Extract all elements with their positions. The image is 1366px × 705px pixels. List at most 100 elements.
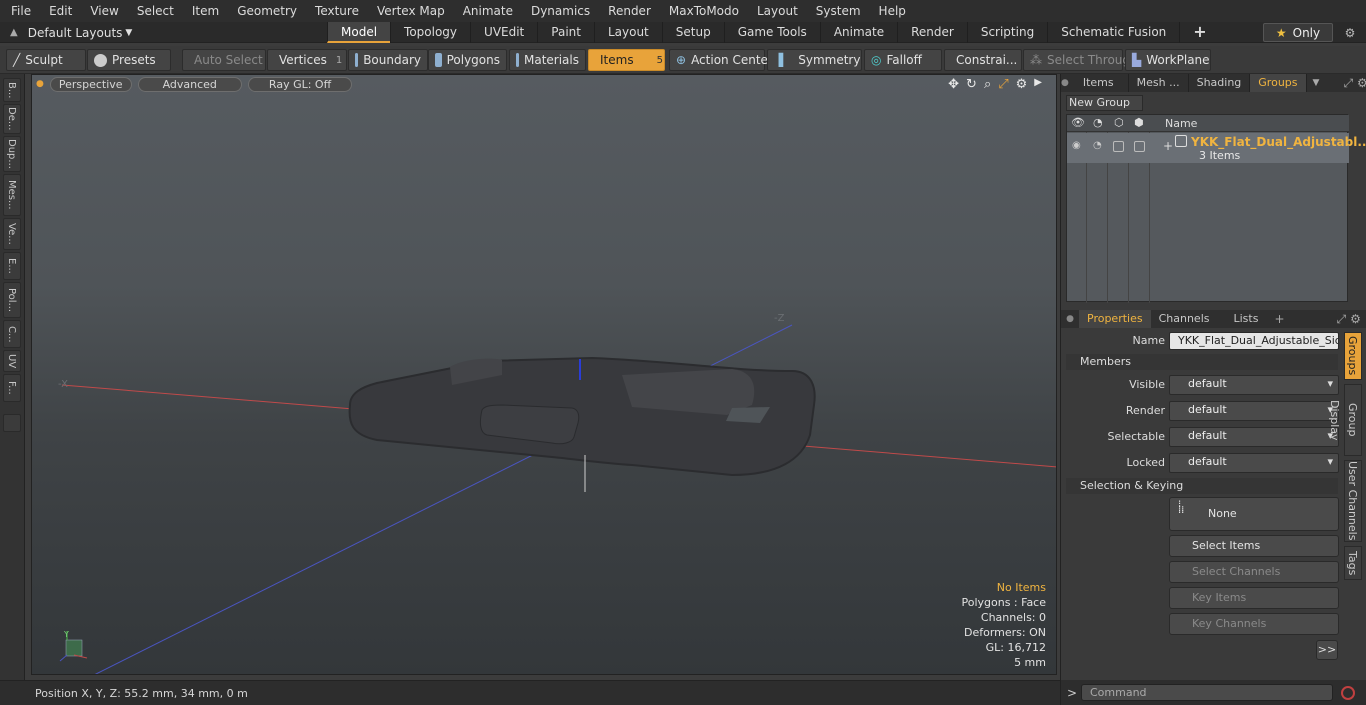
props-dot-icon[interactable]: ● — [1061, 314, 1079, 324]
workplane-button[interactable]: ▙ WorkPlane — [1125, 49, 1211, 71]
menu-item[interactable]: Item — [181, 0, 226, 22]
falloff-button[interactable]: ◎ Falloff — [864, 49, 942, 71]
select-channels-button[interactable]: Select Channels — [1169, 561, 1339, 583]
menu-geometry[interactable]: Geometry — [226, 0, 304, 22]
vtab-groups[interactable]: Groups — [1344, 332, 1362, 380]
action-center-button[interactable]: ⊕ Action Center — [669, 49, 773, 71]
menu-layout[interactable]: Layout — [746, 0, 805, 22]
3d-viewport[interactable]: ● Perspective Advanced Ray GL: Off ✥ ↻ ⌕… — [31, 74, 1057, 675]
tab-lists[interactable]: Lists — [1218, 310, 1275, 328]
menu-maxtomodo[interactable]: MaxToModo — [658, 0, 746, 22]
panel-dot-icon[interactable]: ● — [1061, 78, 1069, 88]
tab-paint[interactable]: Paint — [537, 22, 594, 43]
locked-dropdown[interactable]: default ▾ — [1169, 453, 1339, 473]
menu-select[interactable]: Select — [126, 0, 181, 22]
vertices-button[interactable]: Vertices 1 — [267, 49, 347, 71]
menu-texture[interactable]: Texture — [304, 0, 366, 22]
tab-layout[interactable]: Layout — [593, 22, 662, 43]
only-button[interactable]: ★ Only — [1263, 23, 1333, 42]
menu-help[interactable]: Help — [868, 0, 913, 22]
left-tab-basic[interactable]: B... — [3, 78, 21, 102]
row-eye-icon[interactable]: ◉ — [1072, 140, 1081, 151]
menu-dynamics[interactable]: Dynamics — [520, 0, 597, 22]
tab-animate[interactable]: Animate — [819, 22, 897, 43]
new-group-button[interactable]: New Group — [1066, 95, 1143, 111]
tab-shading[interactable]: Shading — [1189, 74, 1251, 92]
group-row[interactable]: ◉ ◔ + YKK_Flat_Dual_Adjustabl... 3 Items — [1067, 133, 1366, 163]
vtab-tags[interactable]: Tags — [1344, 546, 1362, 580]
more-button[interactable]: >> — [1316, 640, 1338, 660]
tab-scripting[interactable]: Scripting — [966, 22, 1047, 43]
record-icon[interactable] — [1341, 685, 1355, 700]
boundary-label: Boundary — [363, 53, 421, 67]
visible-dropdown[interactable]: default ▾ — [1169, 375, 1339, 395]
tab-schematic-fusion[interactable]: Schematic Fusion — [1047, 22, 1179, 43]
none-button[interactable]: ⁝ ⁞⁞ None — [1169, 497, 1339, 531]
key-items-button[interactable]: Key Items — [1169, 587, 1339, 609]
key-channels-button[interactable]: Key Channels — [1169, 613, 1339, 635]
tab-model[interactable]: Model — [327, 22, 391, 43]
row-lock-checkbox[interactable] — [1134, 141, 1145, 152]
tab-channels[interactable]: Channels — [1151, 310, 1218, 328]
right-panel: ● Items Mesh ... Shading Groups ▼ ⤢ ⚙ Ne… — [1060, 74, 1366, 705]
row-render-icon[interactable]: ◔ — [1093, 140, 1102, 151]
tab-mesh[interactable]: Mesh ... — [1129, 74, 1189, 92]
presets-button[interactable]: Presets — [87, 49, 171, 71]
menu-vertex-map[interactable]: Vertex Map — [366, 0, 452, 22]
render-dropdown[interactable]: default▾ — [1169, 401, 1339, 421]
left-tab-deform[interactable]: De... — [3, 104, 21, 134]
command-input[interactable]: Command — [1081, 684, 1333, 701]
menu-view[interactable]: View — [79, 0, 125, 22]
expand-plus-icon[interactable]: + — [1163, 139, 1173, 153]
props-expand-icon[interactable]: ⤢ — [1337, 312, 1347, 327]
vtab-user-channels[interactable]: User Channels — [1344, 460, 1362, 542]
menu-system[interactable]: System — [805, 0, 868, 22]
gear-icon[interactable]: ⚙ — [1338, 22, 1362, 43]
left-tab-mesh-edit[interactable]: Mes... — [3, 174, 21, 216]
left-tab-vertex[interactable]: Ve... — [3, 218, 21, 250]
items-button[interactable]: Items 5 — [588, 49, 665, 71]
tab-game-tools[interactable]: Game Tools — [723, 22, 820, 43]
tab-properties[interactable]: Properties — [1079, 310, 1151, 328]
left-tab-edge[interactable]: E... — [3, 252, 21, 280]
menu-animate[interactable]: Animate — [452, 0, 520, 22]
left-tab-uv[interactable]: UV — [3, 350, 21, 372]
left-strip-toggle[interactable] — [3, 414, 21, 432]
name-field[interactable]: YKK_Flat_Dual_Adjustable_Side_ — [1169, 332, 1339, 350]
left-tab-fusion[interactable]: F... — [3, 374, 21, 402]
left-tab-polygon[interactable]: Pol... — [3, 282, 21, 318]
members-section[interactable]: Members — [1066, 354, 1338, 370]
left-tab-duplicate[interactable]: Dup... — [3, 136, 21, 172]
tabs-chevron-icon[interactable]: ▼ — [1313, 78, 1320, 88]
panel-expand-icon[interactable]: ⤢ — [1343, 76, 1353, 91]
selectable-dropdown[interactable]: default▾ — [1169, 427, 1339, 447]
select-through-button[interactable]: ⁂ Select Through — [1023, 49, 1138, 71]
auto-select-button[interactable]: Auto Select — [182, 49, 266, 71]
tab-topology[interactable]: Topology — [390, 22, 470, 43]
select-items-button[interactable]: Select Items — [1169, 535, 1339, 557]
layout-selector[interactable]: ▲ Default Layouts ▼ — [0, 22, 136, 43]
tab-setup[interactable]: Setup — [661, 22, 724, 43]
tab-items[interactable]: Items — [1069, 74, 1129, 92]
row-select-checkbox[interactable] — [1113, 141, 1124, 152]
boundary-button[interactable]: Boundary — [348, 49, 428, 71]
menu-edit[interactable]: Edit — [38, 0, 79, 22]
menu-file[interactable]: File — [0, 0, 38, 22]
materials-button[interactable]: Materials — [509, 49, 586, 71]
tab-uvedit[interactable]: UVEdit — [470, 22, 537, 43]
group-item-count: 3 Items — [1199, 149, 1241, 162]
add-tab-button[interactable]: + — [1179, 22, 1219, 43]
left-tab-curve[interactable]: C... — [3, 320, 21, 348]
menu-render[interactable]: Render — [597, 0, 658, 22]
tab-render[interactable]: Render — [897, 22, 967, 43]
symmetry-button[interactable]: ▐ Symmetry — [767, 49, 862, 71]
sculpt-button[interactable]: ╱ Sculpt — [6, 49, 86, 71]
tab-groups[interactable]: Groups — [1250, 74, 1307, 92]
selection-keying-section[interactable]: Selection & Keying — [1066, 478, 1338, 494]
constraints-button[interactable]: Constrai... — [944, 49, 1022, 71]
vtab-group-display[interactable]: Group Display — [1328, 384, 1362, 456]
panel-gear-icon[interactable]: ⚙ — [1357, 76, 1366, 90]
add-prop-tab-icon[interactable]: + — [1274, 312, 1284, 326]
polygons-button[interactable]: Polygons — [428, 49, 507, 71]
props-gear-icon[interactable]: ⚙ — [1350, 312, 1361, 326]
